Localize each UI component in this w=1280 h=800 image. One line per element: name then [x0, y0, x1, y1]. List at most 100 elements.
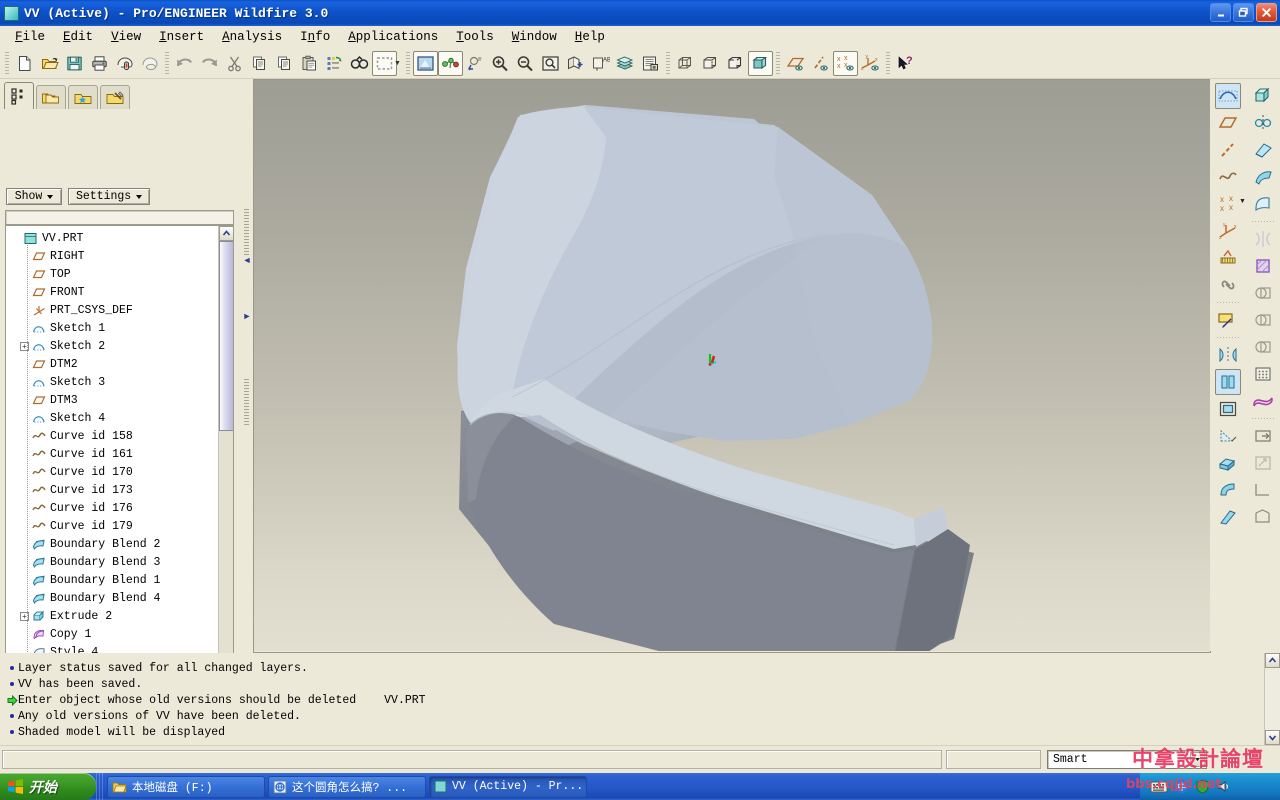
menu-insert[interactable]: Insert — [150, 28, 213, 46]
message-scroll-down-button[interactable] — [1265, 730, 1280, 745]
offset-icon[interactable] — [1215, 396, 1241, 422]
start-button[interactable]: 开始 — [0, 773, 96, 800]
taskbar-item-local-disk[interactable]: 本地磁盘 (F:) — [107, 775, 265, 798]
tree-item-front[interactable]: FRONT — [6, 283, 218, 301]
datum-axis-icon[interactable] — [1215, 137, 1241, 163]
folder-browser-tab[interactable] — [36, 85, 66, 109]
model-tree-tab[interactable] — [4, 82, 34, 109]
splitter-grip-top[interactable] — [244, 209, 249, 257]
merge-icon[interactable] — [1250, 280, 1276, 306]
connections-tab[interactable] — [100, 85, 130, 109]
curve-icon[interactable] — [1215, 164, 1241, 190]
copy2-icon[interactable] — [272, 51, 297, 76]
paste-icon[interactable] — [297, 51, 322, 76]
selection-filter-combo[interactable]: Smart — [1047, 750, 1207, 769]
tree-item-dtm3[interactable]: DTM3 — [6, 391, 218, 409]
menu-window[interactable]: Window — [503, 28, 566, 46]
datum-csys-icon[interactable]: yzx — [858, 51, 883, 76]
message-scroll-up-button[interactable] — [1265, 653, 1280, 668]
mirror-feature-icon[interactable] — [1250, 226, 1276, 252]
favorites-tab[interactable] — [68, 85, 98, 109]
layers-icon[interactable] — [613, 51, 638, 76]
zoom-in-icon[interactable] — [488, 51, 513, 76]
tree-item-boundary-blend-3[interactable]: Boundary Blend 3 — [6, 553, 218, 571]
find-icon[interactable] — [347, 51, 372, 76]
mail-icon[interactable] — [112, 51, 137, 76]
message-scrollbar[interactable] — [1264, 653, 1280, 745]
datum-plane-icon[interactable] — [783, 51, 808, 76]
thicken-icon[interactable] — [1250, 504, 1276, 530]
new-file-icon[interactable] — [12, 51, 37, 76]
wireframe-icon[interactable] — [673, 51, 698, 76]
tree-item-curve-id-158[interactable]: Curve id 158 — [6, 427, 218, 445]
panel-splitter[interactable]: ◄ ► — [240, 79, 254, 651]
tree-item-curve-id-161[interactable]: Curve id 161 — [6, 445, 218, 463]
tree-item-sketch-1[interactable]: Sketch 1 — [6, 319, 218, 337]
shaded-icon[interactable] — [747, 50, 773, 76]
annotation-icon[interactable]: AB — [588, 51, 613, 76]
toolbar-grip-3[interactable] — [405, 52, 410, 74]
tree-item-sketch-4[interactable]: Sketch 4 — [6, 409, 218, 427]
menu-file[interactable]: File — [6, 28, 54, 46]
scroll-up-button[interactable] — [219, 226, 233, 241]
reorient-icon[interactable] — [463, 51, 488, 76]
send-to-icon[interactable] — [137, 51, 162, 76]
menu-info[interactable]: Info — [291, 28, 339, 46]
3d-solid-model[interactable] — [254, 79, 1210, 651]
tree-item-dtm2[interactable]: DTM2 — [6, 355, 218, 373]
datum-point-icon[interactable]: xxxx — [1215, 191, 1241, 217]
datum-axis-icon[interactable] — [808, 51, 833, 76]
zoom-out-icon[interactable] — [513, 51, 538, 76]
datum-csys-icon[interactable]: yzx — [1215, 218, 1241, 244]
select-box-dropdown-arrow[interactable]: ▼ — [394, 60, 401, 67]
tree-item-vv-prt[interactable]: VV.PRT — [6, 229, 218, 247]
splitter-collapse-left[interactable]: ◄ — [243, 255, 252, 265]
tree-item-extrude-2[interactable]: + Extrude 2 — [6, 607, 218, 625]
menu-view[interactable]: View — [102, 28, 150, 46]
cut-icon[interactable] — [222, 51, 247, 76]
show-button[interactable]: Show — [6, 188, 62, 205]
tree-item-sketch-2[interactable]: + Sketch 2 — [6, 337, 218, 355]
splitter-grip-bottom[interactable] — [244, 379, 249, 427]
shell-icon[interactable] — [1250, 477, 1276, 503]
insert-icon[interactable] — [1250, 423, 1276, 449]
tree-vertical-scrollbar[interactable] — [218, 226, 233, 724]
hidden-line-icon[interactable] — [698, 51, 723, 76]
revolve-icon[interactable] — [1250, 110, 1276, 136]
tree-column-header[interactable] — [5, 210, 234, 225]
tree-item-copy-1[interactable]: Copy 1 — [6, 625, 218, 643]
minimize-button[interactable] — [1210, 3, 1231, 22]
tree-item-boundary-blend-2[interactable]: Boundary Blend 2 — [6, 535, 218, 553]
datum-plane-icon[interactable] — [1215, 110, 1241, 136]
open-folder-icon[interactable] — [37, 51, 62, 76]
trim-icon[interactable] — [1214, 369, 1241, 395]
tree-item-curve-id-176[interactable]: Curve id 176 — [6, 499, 218, 517]
menu-analysis[interactable]: Analysis — [213, 28, 291, 46]
blend-icon[interactable] — [1250, 164, 1276, 190]
warp-icon[interactable] — [1250, 388, 1276, 414]
tree-item-curve-id-173[interactable]: Curve id 173 — [6, 481, 218, 499]
view-manager-icon[interactable] — [638, 51, 663, 76]
undo-icon[interactable] — [172, 51, 197, 76]
toolbar-grip[interactable] — [5, 52, 9, 74]
taskbar-item-browser[interactable]: 这个圆角怎么搞? ... — [268, 775, 426, 798]
draft-icon[interactable] — [1215, 423, 1241, 449]
intersect-icon[interactable] — [1250, 307, 1276, 333]
analysis-icon[interactable] — [1215, 245, 1241, 271]
spin-center-icon[interactable] — [437, 50, 463, 76]
refit-icon[interactable] — [538, 51, 563, 76]
trim-surface-icon[interactable] — [1250, 334, 1276, 360]
sketch-tool-icon[interactable] — [1215, 307, 1241, 333]
menu-edit[interactable]: Edit — [54, 28, 102, 46]
tree-item-sketch-3[interactable]: Sketch 3 — [6, 373, 218, 391]
tree-item-top[interactable]: TOP — [6, 265, 218, 283]
scroll-thumb[interactable] — [219, 241, 233, 431]
toolbar-grip-4[interactable] — [665, 52, 670, 74]
toolbar-grip-6[interactable] — [885, 52, 890, 74]
fill-icon[interactable] — [1250, 253, 1276, 279]
copy-icon[interactable] — [247, 51, 272, 76]
round-icon[interactable] — [1215, 477, 1241, 503]
extrude-solid-icon[interactable] — [1250, 83, 1276, 109]
no-hidden-icon[interactable] — [723, 51, 748, 76]
saved-views-icon[interactable] — [563, 51, 588, 76]
